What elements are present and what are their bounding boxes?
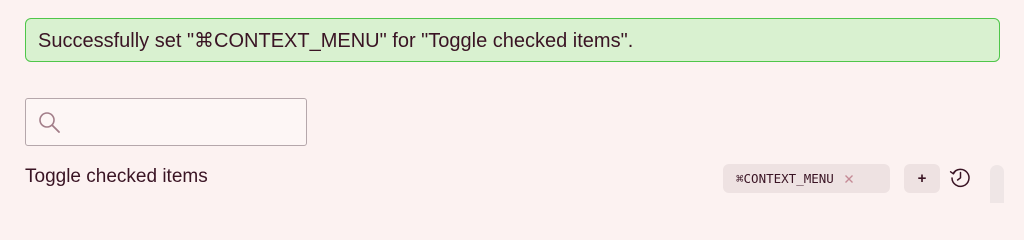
search-input[interactable]: [70, 99, 304, 147]
hotkey-chip: ⌘CONTEXT_MENU: [723, 164, 890, 193]
command-name: Toggle checked items: [25, 166, 208, 187]
add-hotkey-button[interactable]: +: [904, 164, 940, 193]
success-message: Successfully set "⌘CONTEXT_MENU" for "To…: [38, 29, 634, 52]
search-icon: [39, 112, 60, 133]
search-field[interactable]: [25, 98, 307, 147]
scrollbar[interactable]: [990, 165, 1004, 203]
hotkey-row: Toggle checked items ⌘CONTEXT_MENU +: [0, 160, 1024, 203]
hotkey-text: ⌘CONTEXT_MENU: [736, 171, 834, 186]
close-icon: [844, 174, 853, 183]
remove-hotkey-button[interactable]: [842, 172, 856, 186]
restore-default-icon[interactable]: [948, 165, 972, 189]
success-notice: Successfully set "⌘CONTEXT_MENU" for "To…: [25, 18, 1000, 62]
